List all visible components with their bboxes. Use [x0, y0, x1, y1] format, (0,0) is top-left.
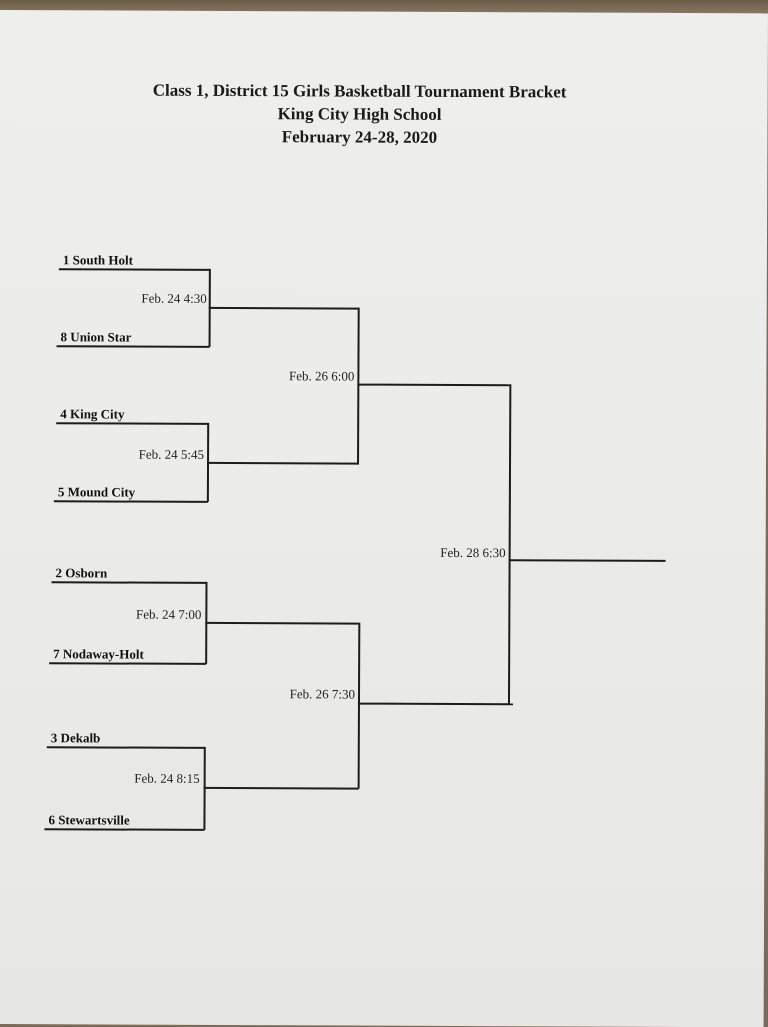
game-time-r1-2: Feb. 24 5:45: [138, 446, 205, 462]
game-time-r1-4: Feb. 24 8:15: [134, 770, 200, 786]
bracket-line: [46, 746, 205, 749]
team-slot-4: 4 King City: [60, 406, 125, 422]
bracket-line: [205, 621, 359, 625]
game-time-r1-1: Feb. 24 4:30: [141, 290, 207, 306]
game-time-semi-1: Feb. 26 6:00: [288, 368, 355, 384]
bracket-line: [357, 307, 360, 465]
bracket-line: [56, 422, 209, 425]
team-slot-8: 8 Union Star: [60, 329, 132, 345]
bracket-line: [507, 384, 511, 705]
bracket-line: [208, 306, 359, 310]
bracket-line: [357, 383, 511, 386]
bracket-line: [207, 461, 359, 465]
bracket-line: [49, 662, 207, 665]
bracket-line: [44, 828, 205, 831]
team-slot-1: 1 South Holt: [62, 252, 134, 268]
game-time-final: Feb. 28 6:30: [440, 544, 506, 561]
bracket-line: [56, 345, 210, 348]
bracket-line: [357, 622, 360, 789]
team-slot-2: 2 Osborn: [55, 565, 108, 581]
bracket-line: [51, 581, 207, 584]
bracket-line: [53, 500, 208, 503]
bracket-line: [357, 702, 513, 705]
bracket-title: Class 1, District 15 Girls Basketball To…: [152, 80, 567, 102]
team-slot-5: 5 Mound City: [57, 484, 136, 500]
champion-line: [508, 559, 666, 562]
team-slot-7: 7 Nodaway-Holt: [53, 646, 144, 662]
game-time-r1-3: Feb. 24 7:00: [135, 606, 202, 622]
team-slot-3: 3 Dekalb: [50, 730, 101, 746]
tournament-dates: February 24-28, 2020: [281, 127, 438, 147]
game-time-semi-2: Feb. 26 7:30: [289, 686, 356, 702]
bracket-sheet: Class 1, District 15 Girls Basketball To…: [0, 10, 768, 1027]
school-name: King City High School: [277, 104, 442, 124]
bracket-header: Class 1, District 15 Girls Basketball To…: [0, 78, 720, 150]
bracket-line: [58, 268, 210, 271]
bracket-line: [203, 786, 359, 790]
team-slot-6: 6 Stewartsville: [48, 812, 130, 828]
